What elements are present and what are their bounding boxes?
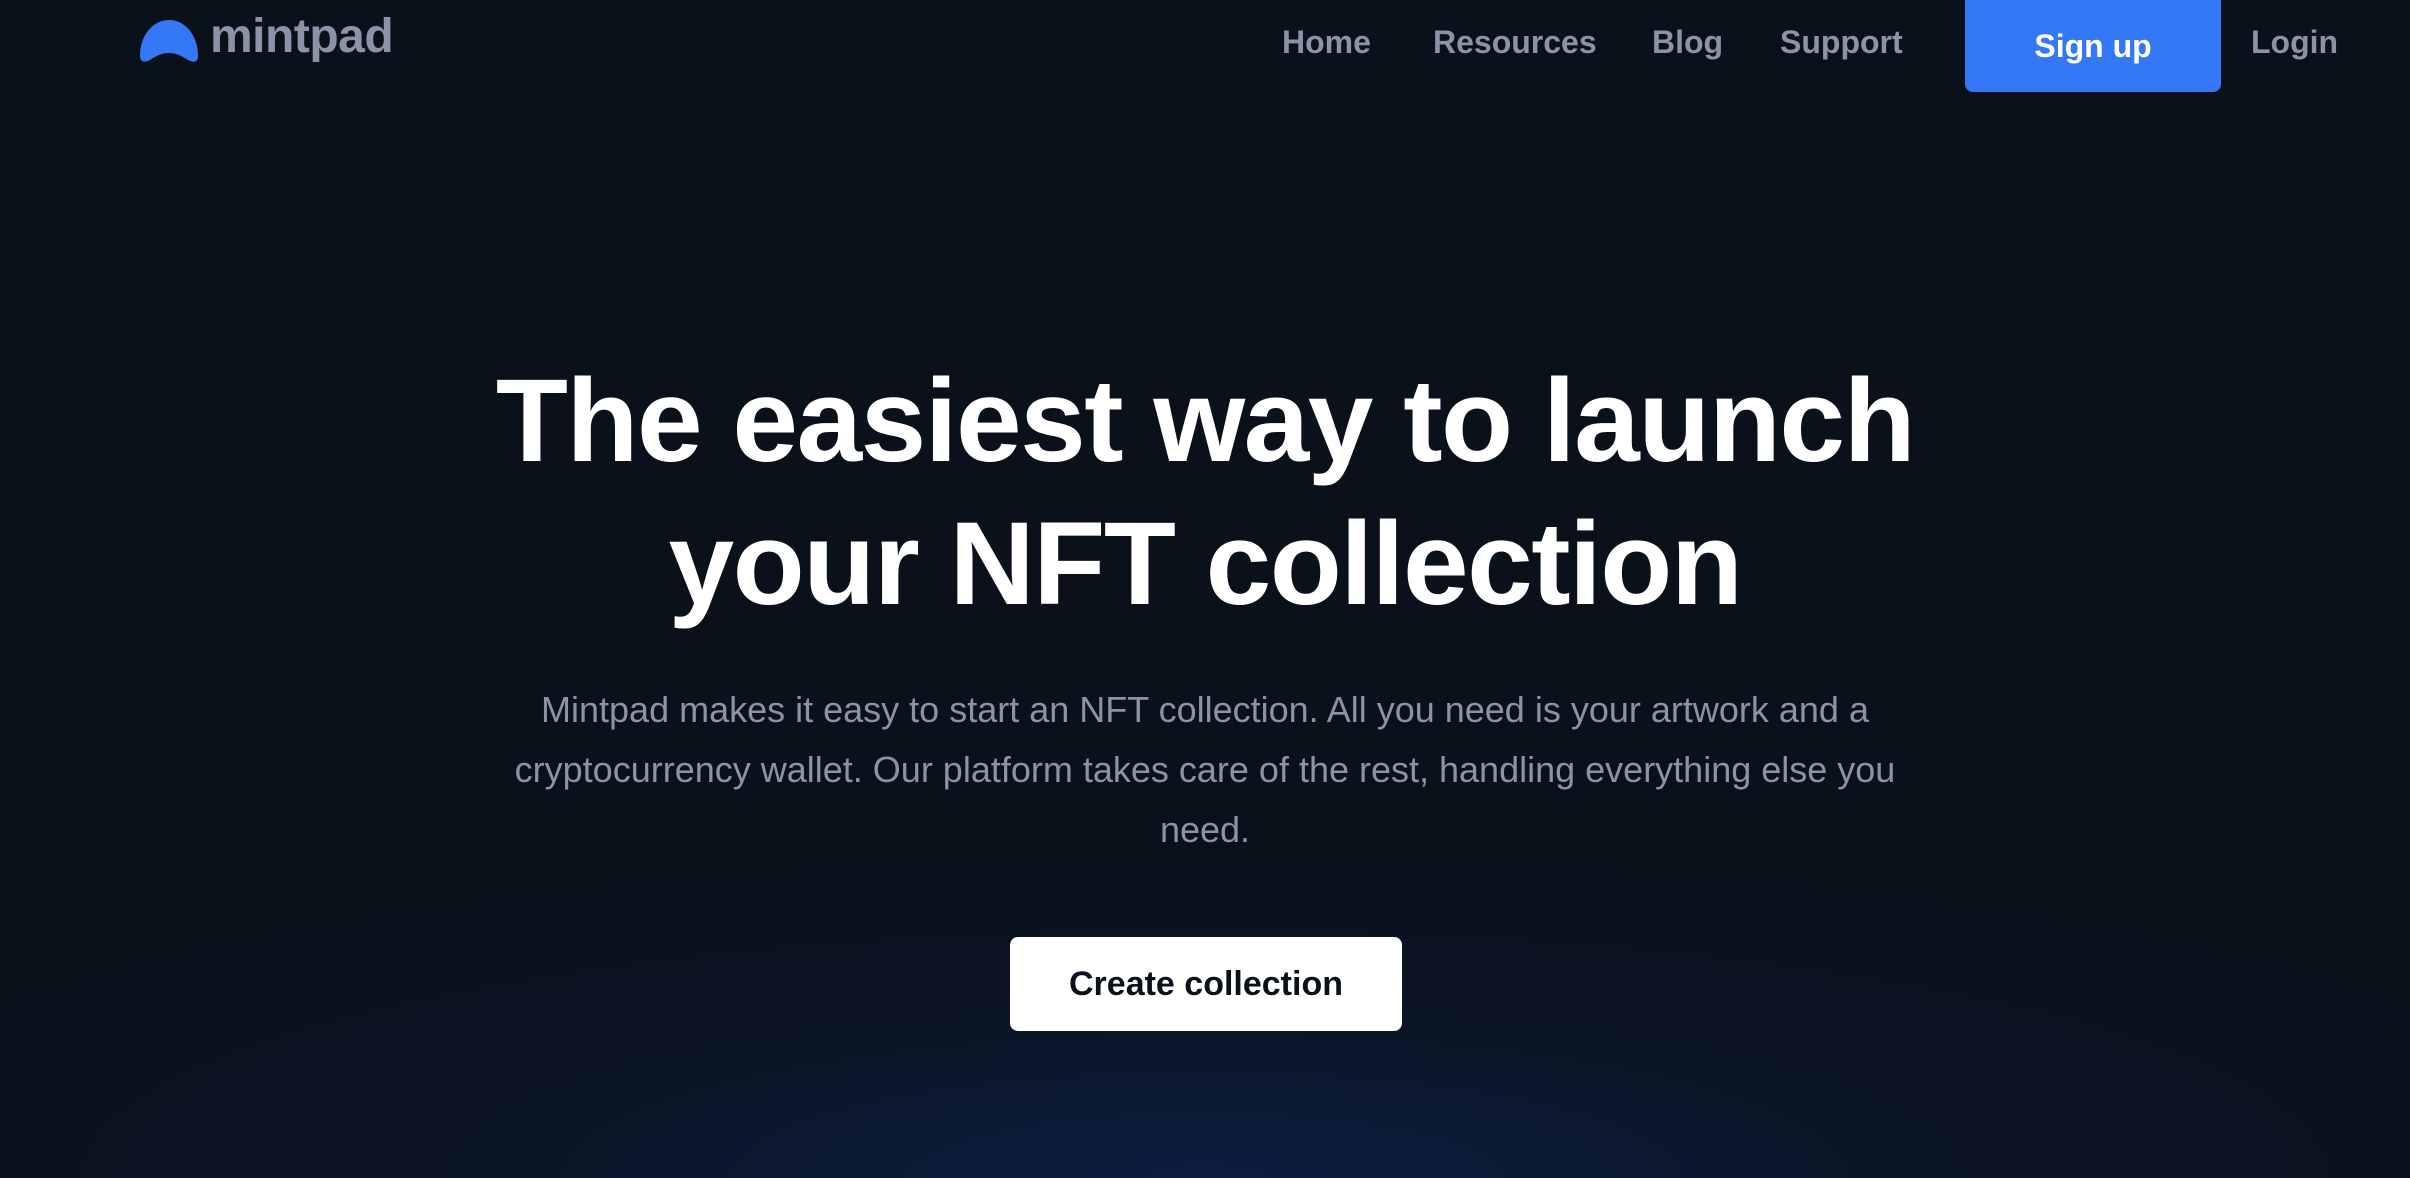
main-nav: Home Resources Blog Support Sign up Logi… <box>0 0 2410 92</box>
site-header: mintpad Home Resources Blog Support Sign… <box>0 0 2410 92</box>
create-collection-button[interactable]: Create collection <box>1010 937 1402 1031</box>
login-link[interactable]: Login <box>2251 22 2338 62</box>
hero-description: Mintpad makes it easy to start an NFT co… <box>514 689 1896 850</box>
hero-section: The easiest way to launch your NFT colle… <box>0 350 2410 860</box>
sign-up-button[interactable]: Sign up <box>1965 0 2221 92</box>
nav-link-home[interactable]: Home <box>1282 22 1371 62</box>
hero-title-line-2: your NFT collection <box>668 498 1743 630</box>
nav-link-support[interactable]: Support <box>1780 22 1903 62</box>
hero-title-line-1: The easiest way to launch <box>495 355 1916 487</box>
hero-title: The easiest way to launch your NFT colle… <box>405 350 2005 636</box>
nav-link-resources[interactable]: Resources <box>1433 22 1597 62</box>
nav-link-blog[interactable]: Blog <box>1652 22 1723 62</box>
